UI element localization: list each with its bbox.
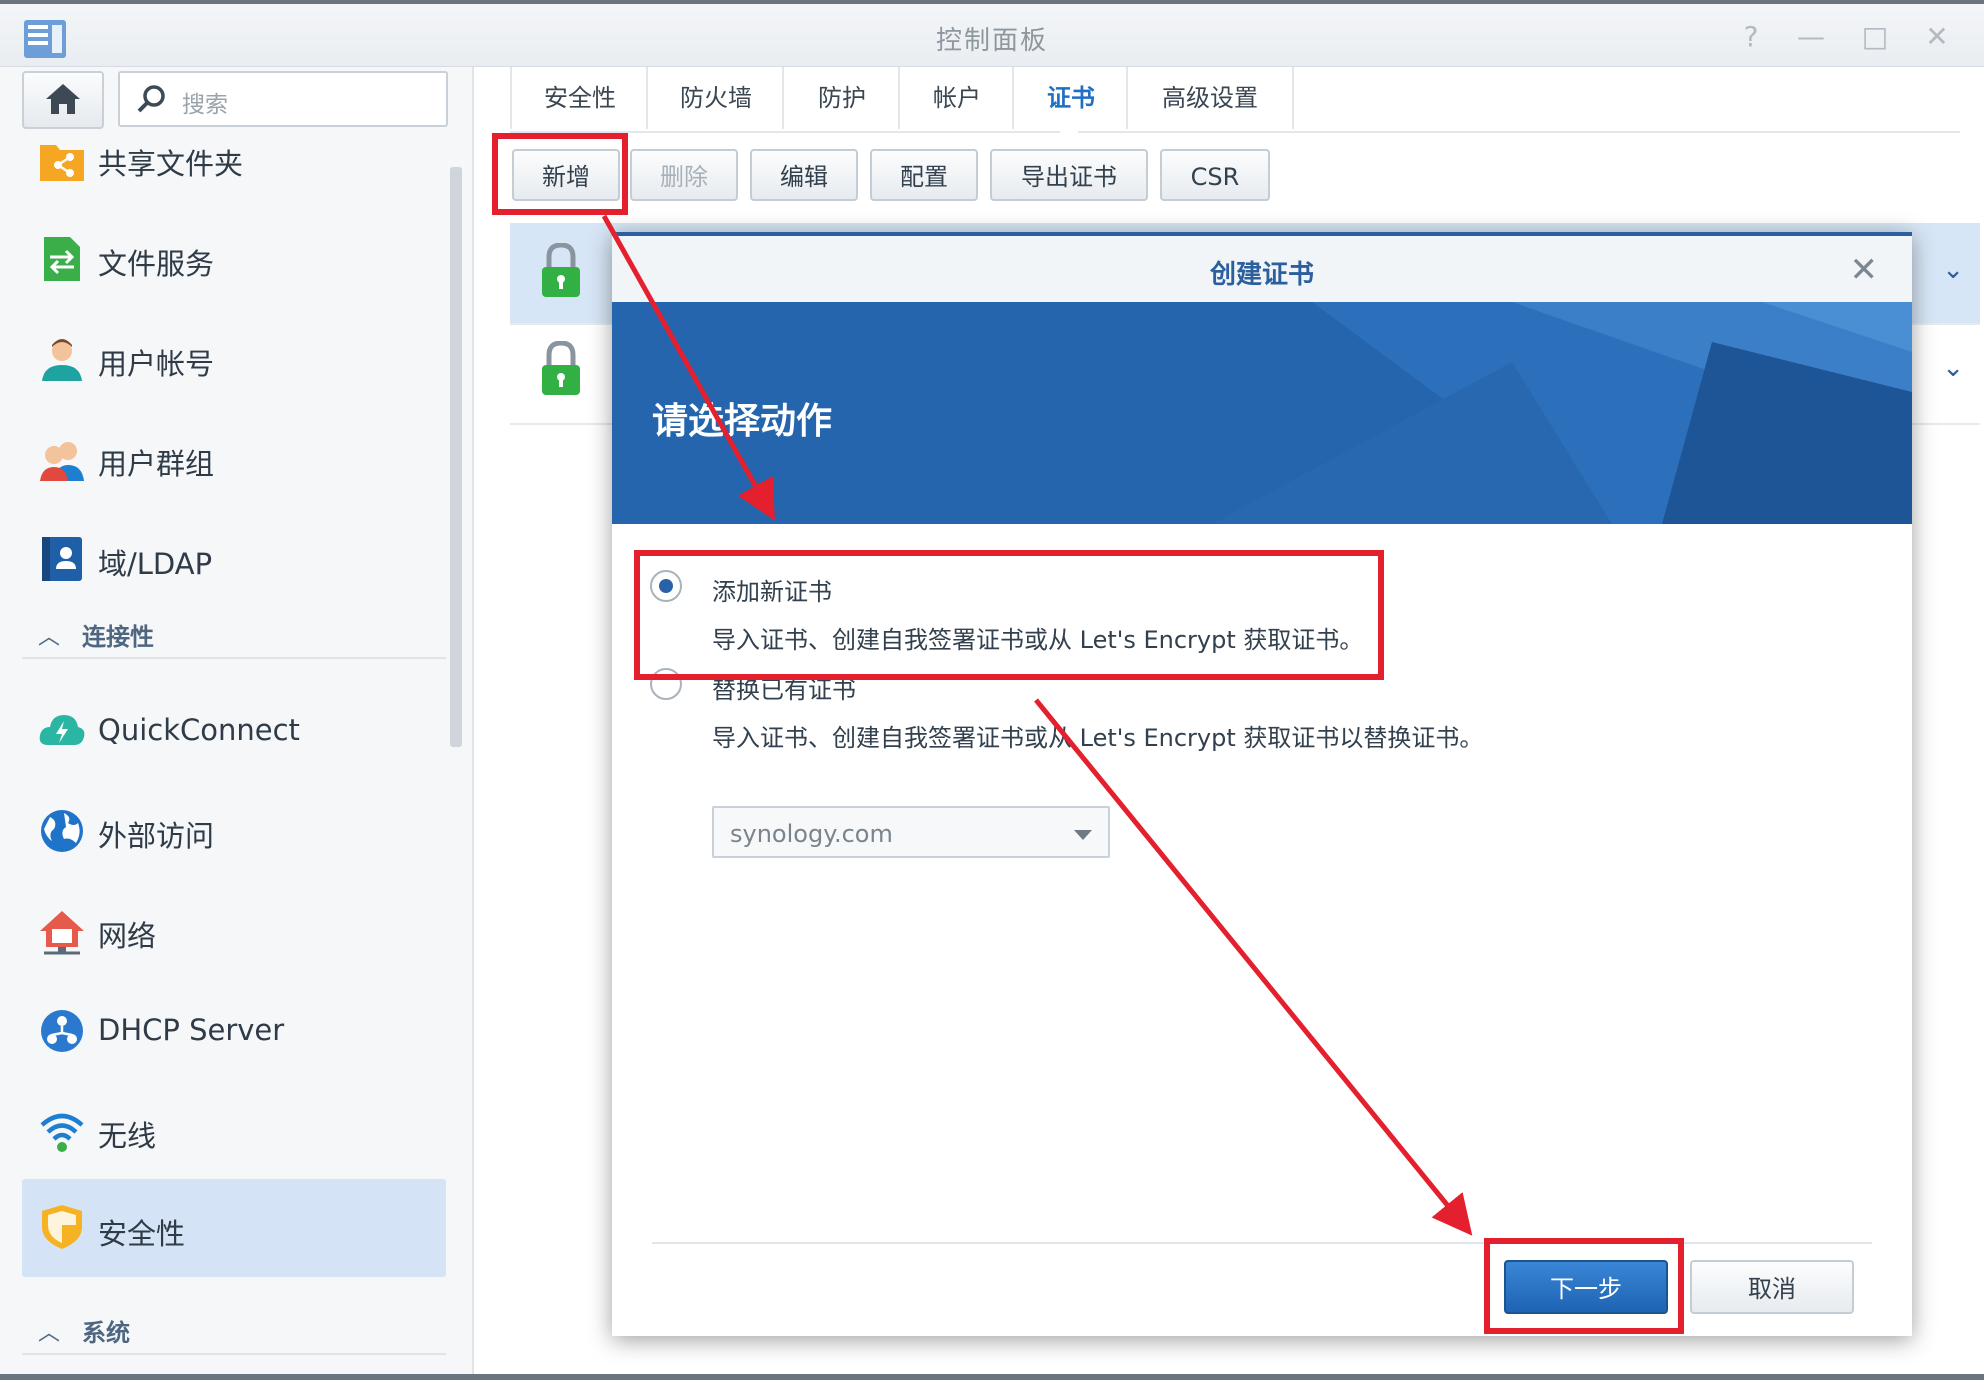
sidebar-item-user[interactable]: 用户帐号 xyxy=(22,315,446,403)
option-replace-description: 导入证书、创建自我签署证书或从 Let's Encrypt 获取证书以替换证书。 xyxy=(712,724,1484,752)
sidebar-item-label: 无线 xyxy=(98,1119,157,1153)
window-title: 控制面板 xyxy=(935,26,1048,56)
shield-icon xyxy=(42,1205,82,1249)
sidebar-item-wireless[interactable]: 无线 xyxy=(22,1087,446,1175)
sidebar-item-label: QuickConnect xyxy=(98,713,300,747)
home-icon xyxy=(46,84,80,114)
tab-bar: 安全性 防火墙 防护 帐户 证书 高级设置 xyxy=(510,67,1960,133)
wifi-icon xyxy=(40,1113,84,1152)
sidebar-item-dhcp[interactable]: DHCP Server xyxy=(22,987,446,1075)
edit-button[interactable]: 编辑 xyxy=(750,149,858,201)
section-connectivity-header[interactable]: ︿ 连接性 xyxy=(22,607,446,659)
certificate-select[interactable]: synology.com xyxy=(712,806,1110,858)
dialog-header: 创建证书 ✕ xyxy=(612,236,1912,303)
configure-button[interactable]: 配置 xyxy=(870,149,978,201)
sidebar-item-network[interactable]: 网络 xyxy=(22,887,446,975)
sidebar-item-label: 共享文件夹 xyxy=(98,147,244,181)
dialog-banner: 请选择动作 xyxy=(612,302,1912,524)
control-panel-window: 控制面板 ? — □ ✕ 搜索 共享文件夹 文件服务 用户帐号 用户群组 域/L… xyxy=(0,0,1984,1380)
close-window-button[interactable]: ✕ xyxy=(1922,22,1952,52)
chevron-up-icon: ︿ xyxy=(38,1321,61,1346)
file-services-icon xyxy=(44,237,80,281)
dialog-title: 创建证书 xyxy=(1209,260,1314,290)
chevron-down-icon[interactable]: ⌄ xyxy=(1942,353,1964,383)
export-certificate-button[interactable]: 导出证书 xyxy=(990,149,1148,201)
chevron-down-icon[interactable]: ⌄ xyxy=(1942,255,1964,285)
active-tab-indicator xyxy=(1059,123,1079,133)
tab-protection[interactable]: 防护 xyxy=(782,67,900,129)
tab-advanced[interactable]: 高级设置 xyxy=(1126,67,1294,129)
sidebar-item-label: 文件服务 xyxy=(98,247,215,281)
delete-button[interactable]: 删除 xyxy=(630,149,738,201)
certificate-select-value: synology.com xyxy=(730,820,893,848)
title-bar: 控制面板 ? — □ ✕ xyxy=(0,4,1984,67)
sidebar-item-label: DHCP Server xyxy=(98,1013,285,1047)
globe-icon xyxy=(41,810,83,852)
sidebar-item-external-access[interactable]: 外部访问 xyxy=(22,787,446,875)
tab-certificate[interactable]: 证书 xyxy=(1012,67,1128,129)
maximize-button[interactable]: □ xyxy=(1860,22,1890,52)
user-icon xyxy=(42,339,82,381)
group-icon xyxy=(40,442,84,481)
network-icon xyxy=(40,911,84,955)
sidebar-item-label: 外部访问 xyxy=(98,819,215,853)
dhcp-icon xyxy=(41,1010,83,1052)
tab-firewall[interactable]: 防火墙 xyxy=(646,67,784,129)
sidebar-item-file-services[interactable]: 文件服务 xyxy=(22,215,446,303)
sidebar-item-label: 用户群组 xyxy=(98,447,215,481)
sidebar-item-label: 网络 xyxy=(98,919,157,953)
sidebar-item-security[interactable]: 安全性 xyxy=(22,1179,446,1277)
shared-folder-icon xyxy=(40,145,84,181)
banner-heading: 请选择动作 xyxy=(652,401,833,442)
section-label: 系统 xyxy=(82,1319,130,1347)
dialog-footer-divider xyxy=(652,1242,1872,1244)
search-input[interactable]: 搜索 xyxy=(182,85,228,119)
tab-security[interactable]: 安全性 xyxy=(510,67,648,129)
search-icon xyxy=(137,85,165,113)
highlight-next-button xyxy=(1484,1238,1684,1334)
sidebar-item-shared-folder[interactable]: 共享文件夹 xyxy=(22,115,446,203)
close-icon[interactable]: ✕ xyxy=(1850,250,1879,290)
lock-icon xyxy=(542,243,580,297)
sidebar-item-group[interactable]: 用户群组 xyxy=(22,415,446,503)
help-button[interactable]: ? xyxy=(1736,22,1766,52)
csr-button[interactable]: CSR xyxy=(1160,149,1270,201)
sidebar-item-quickconnect[interactable]: QuickConnect xyxy=(22,687,446,775)
sidebar-item-label: 域/LDAP xyxy=(98,547,213,581)
section-label: 连接性 xyxy=(82,623,154,651)
create-certificate-dialog: 创建证书 ✕ 请选择动作 添加新证书 导入证书、创建自我签署证书或从 Let's… xyxy=(612,232,1912,1336)
tab-account[interactable]: 帐户 xyxy=(898,67,1014,129)
lock-icon xyxy=(542,341,580,395)
sidebar-item-label: 用户帐号 xyxy=(98,347,215,381)
cancel-button[interactable]: 取消 xyxy=(1690,1260,1854,1314)
section-system-header[interactable]: ︿ 系统 xyxy=(22,1303,446,1355)
minimize-button[interactable]: — xyxy=(1796,22,1826,52)
dropdown-arrow-icon xyxy=(1074,830,1092,840)
highlight-add-button xyxy=(492,133,628,215)
sidebar-item-label: 安全性 xyxy=(98,1217,186,1251)
ldap-icon xyxy=(42,537,82,581)
quickconnect-icon xyxy=(39,715,85,745)
chevron-up-icon: ︿ xyxy=(38,625,61,650)
sidebar: 搜索 共享文件夹 文件服务 用户帐号 用户群组 域/LDAP ︿ 连接性 Qui… xyxy=(0,67,474,1380)
sidebar-scrollbar[interactable] xyxy=(450,167,462,747)
highlight-add-new-option xyxy=(634,550,1384,680)
window-bottom-border xyxy=(0,1374,1984,1380)
sidebar-item-ldap[interactable]: 域/LDAP xyxy=(22,515,446,603)
